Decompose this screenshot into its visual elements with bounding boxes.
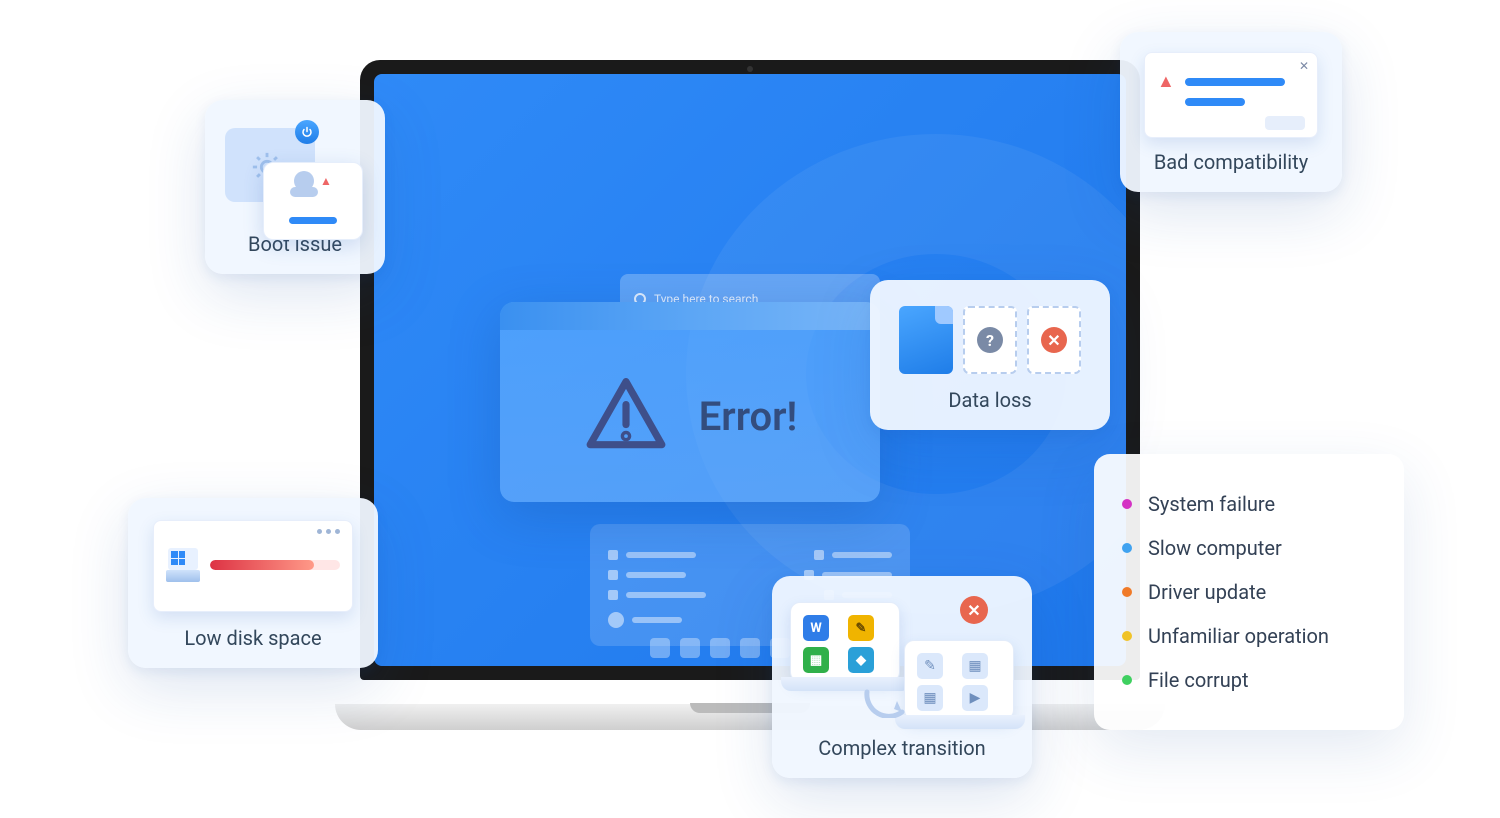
card-low-disk-space: Low disk space	[128, 498, 378, 668]
warning-icon: ▲	[1157, 71, 1175, 92]
disk-usage-bar	[210, 560, 340, 570]
card-data-loss: ? ✕ Data loss	[870, 280, 1110, 430]
error-dialog: Error!	[500, 302, 880, 502]
legend-dot-icon	[1122, 587, 1132, 597]
windows-logo-icon	[171, 551, 185, 565]
file-ok-icon	[899, 306, 953, 374]
dialog-button-placeholder	[1265, 116, 1305, 130]
legend-item: Slow computer	[1122, 526, 1376, 570]
power-icon	[295, 120, 319, 144]
issues-legend: System failure Slow computer Driver upda…	[1094, 454, 1404, 730]
card-bad-compatibility: ✕ ▲ Bad compatibility	[1120, 32, 1342, 192]
legend-item: Driver update	[1122, 570, 1376, 614]
taskbar-icon	[740, 638, 760, 658]
source-laptop-icon: W ✎ ▦ ◆	[790, 602, 900, 682]
legend-item: File corrupt	[1122, 658, 1376, 702]
disk-drive-icon	[166, 548, 200, 582]
close-icon: ✕	[1299, 59, 1309, 73]
taskbar-icon	[680, 638, 700, 658]
user-avatar-icon	[294, 171, 314, 191]
error-badge-icon: ✕	[960, 596, 988, 624]
error-title: Error!	[699, 393, 798, 440]
card-caption: Data loss	[870, 388, 1110, 430]
card-caption: Low disk space	[128, 626, 378, 668]
card-boot-issue: ▲ Boot issue	[205, 100, 385, 274]
legend-label: Driver update	[1148, 580, 1266, 604]
start-icon	[650, 638, 670, 658]
card-complex-transition: W ✎ ▦ ◆ ✕ ✎▦▦▶ Complex transition	[772, 576, 1032, 778]
legend-label: File corrupt	[1148, 668, 1249, 692]
file-error-icon: ✕	[1027, 306, 1081, 374]
warning-triangle-icon	[583, 373, 669, 459]
target-laptop-icon: ✎▦▦▶	[904, 640, 1014, 720]
card-caption: Bad compatibility	[1120, 150, 1342, 192]
legend-label: Unfamiliar operation	[1148, 624, 1329, 648]
legend-label: Slow computer	[1148, 536, 1282, 560]
legend-item: System failure	[1122, 482, 1376, 526]
legend-dot-icon	[1122, 499, 1132, 509]
warning-icon: ▲	[320, 174, 332, 188]
legend-dot-icon	[1122, 543, 1132, 553]
transfer-arrow-icon	[862, 688, 912, 718]
legend-dot-icon	[1122, 675, 1132, 685]
legend-label: System failure	[1148, 492, 1275, 516]
promo-illustration: Type here to search	[0, 0, 1500, 818]
legend-dot-icon	[1122, 631, 1132, 641]
taskbar-icon	[710, 638, 730, 658]
laptop-base	[335, 704, 1165, 730]
file-missing-icon: ?	[963, 306, 1017, 374]
legend-item: Unfamiliar operation	[1122, 614, 1376, 658]
card-caption: Complex transition	[772, 736, 1032, 778]
